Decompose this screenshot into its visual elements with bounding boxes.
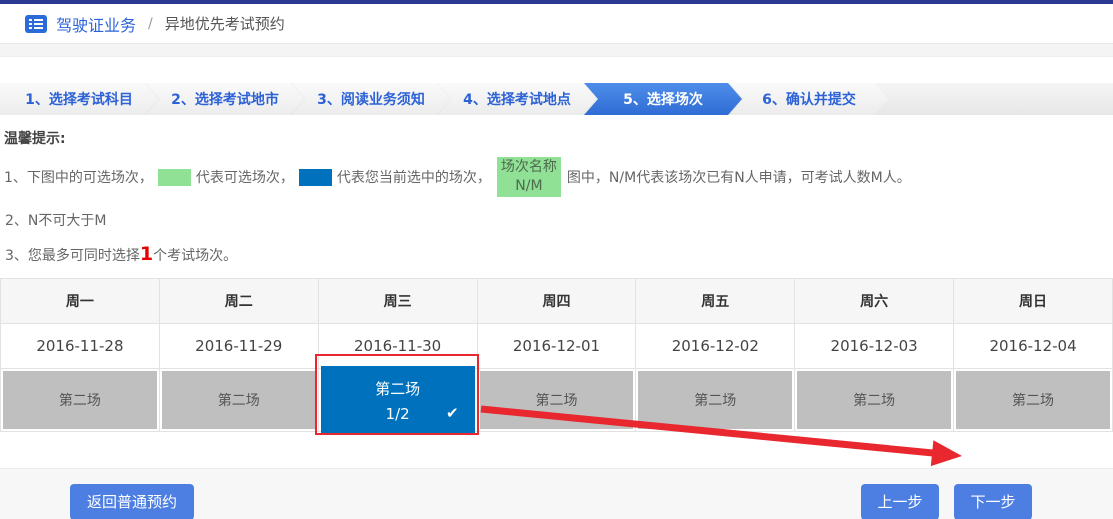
tip-line-3: 3、您最多可同时选择1个考试场次。 — [4, 243, 1113, 265]
session-slot-tue[interactable]: 第二场 — [162, 371, 316, 429]
weekday-tue: 周二 — [159, 279, 318, 324]
available-slot-swatch — [158, 169, 191, 186]
schedule-table-wrap: 周一 周二 周三 周四 周五 周六 周日 2016-11-28 2016-11-… — [0, 278, 1113, 432]
date-cell: 2016-12-01 — [477, 324, 636, 369]
checkmark-icon: ✔ — [446, 404, 459, 422]
selected-session-label: 第二场 — [375, 378, 420, 399]
step-wizard: 1、选择考试科目 2、选择考试地市 3、阅读业务须知 4、选择考试地点 5、选择… — [0, 83, 1113, 115]
tips-section: 温馨提示: 1、下图中的可选场次， 代表可选场次， 代表您当前选中的场次， 场次… — [0, 115, 1113, 265]
wizard-step-3[interactable]: 3、阅读业务须知 — [292, 83, 450, 115]
weekday-thu: 周四 — [477, 279, 636, 324]
tip1-text-4: 图中，N/M代表该场次已有N人申请，可考试人数M人。 — [567, 167, 911, 187]
back-to-normal-booking-button[interactable]: 返回普通预约 — [70, 484, 194, 519]
tip-line-1: 1、下图中的可选场次， 代表可选场次， 代表您当前选中的场次， 场次名称 N/M… — [4, 157, 1113, 197]
tip3-prefix: 3、您最多可同时选择 — [5, 248, 140, 264]
tip3-suffix: 个考试场次。 — [153, 248, 237, 264]
session-slot-wed-selected[interactable]: 第二场 1/2 ✔ — [321, 366, 475, 434]
date-cell: 2016-12-04 — [954, 324, 1113, 369]
page-title: 异地优先考试预约 — [165, 13, 285, 34]
weekday-sun: 周日 — [954, 279, 1113, 324]
wizard-step-4[interactable]: 4、选择考试地点 — [438, 83, 596, 115]
wizard-step-5-active[interactable]: 5、选择场次 — [584, 83, 742, 115]
selected-session-count: 1/2 — [386, 405, 410, 423]
weekday-sat: 周六 — [795, 279, 954, 324]
wizard-step-1[interactable]: 1、选择考试科目 — [0, 83, 158, 115]
exam-booking-page: 驾驶证业务 / 异地优先考试预约 1、选择考试科目 2、选择考试地市 3、阅读业… — [0, 0, 1113, 519]
breadcrumb-section[interactable]: 驾驶证业务 — [56, 12, 136, 36]
date-row: 2016-11-28 2016-11-29 2016-11-30 2016-12… — [1, 324, 1113, 369]
schedule-table: 周一 周二 周三 周四 周五 周六 周日 2016-11-28 2016-11-… — [0, 278, 1113, 432]
max-select-count: 1 — [140, 243, 153, 265]
tip1-text-1: 1、下图中的可选场次， — [4, 167, 153, 187]
legend-ratio: N/M — [515, 177, 542, 196]
wizard-step-2[interactable]: 2、选择考试地市 — [146, 83, 304, 115]
selected-slot-swatch — [299, 169, 332, 186]
legend-session-name: 场次名称 — [501, 158, 557, 177]
tips-title: 温馨提示: — [4, 128, 1113, 148]
session-slot-sat[interactable]: 第二场 — [797, 371, 951, 429]
date-cell: 2016-12-03 — [795, 324, 954, 369]
session-slot-sun[interactable]: 第二场 — [956, 371, 1110, 429]
tip-line-2: 2、N不可大于M — [4, 210, 1113, 230]
date-cell: 2016-11-30 — [318, 324, 477, 369]
weekday-fri: 周五 — [636, 279, 795, 324]
date-cell: 2016-11-28 — [1, 324, 160, 369]
list-icon — [25, 15, 47, 33]
session-slot-mon[interactable]: 第二场 — [3, 371, 157, 429]
breadcrumb: 驾驶证业务 / 异地优先考试预约 — [0, 4, 1113, 44]
date-cell: 2016-12-02 — [636, 324, 795, 369]
session-row: 第二场 第二场 第二场 1/2 ✔ 第二场 第二场 第二场 第二场 — [1, 369, 1113, 432]
session-slot-thu[interactable]: 第二场 — [480, 371, 634, 429]
session-slot-fri[interactable]: 第二场 — [638, 371, 792, 429]
weekday-wed: 周三 — [318, 279, 477, 324]
footer-actions: 返回普通预约 上一步 下一步 — [0, 468, 1113, 519]
tip1-text-3: 代表您当前选中的场次， — [337, 167, 491, 187]
next-step-button[interactable]: 下一步 — [954, 484, 1032, 519]
weekday-header-row: 周一 周二 周三 周四 周五 周六 周日 — [1, 279, 1113, 324]
session-legend-box: 场次名称 N/M — [497, 157, 561, 197]
date-cell: 2016-11-29 — [159, 324, 318, 369]
tip1-text-2: 代表可选场次， — [196, 167, 294, 187]
previous-step-button[interactable]: 上一步 — [861, 484, 939, 519]
header-divider-strip — [0, 44, 1113, 57]
weekday-mon: 周一 — [1, 279, 160, 324]
breadcrumb-separator: / — [148, 16, 153, 32]
wizard-step-6[interactable]: 6、确认并提交 — [730, 83, 888, 115]
